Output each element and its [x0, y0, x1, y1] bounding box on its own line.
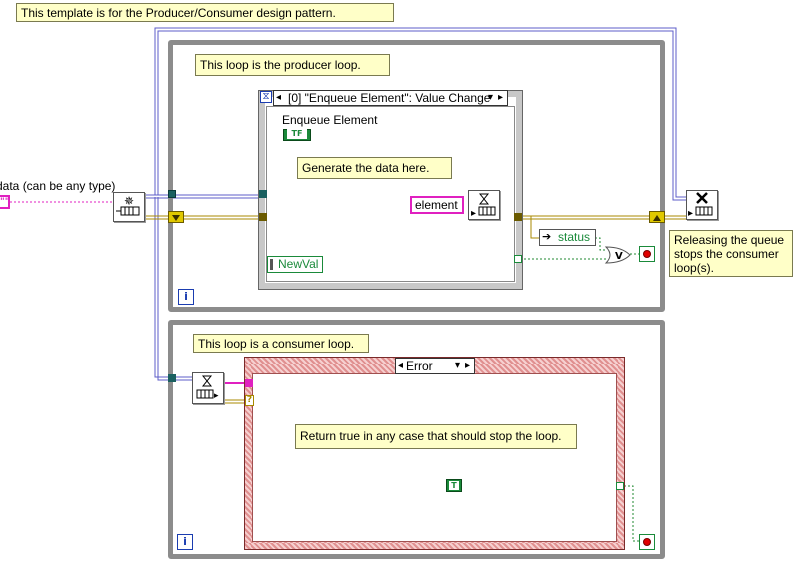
case-selector-label: Error — [406, 359, 433, 373]
selector-left-arrow-icon[interactable]: ◂ — [276, 91, 281, 105]
release-note-line2: stops the consumer — [674, 247, 779, 261]
event-error-tunnel-left — [259, 213, 267, 221]
event-queue-tunnel-left — [259, 190, 267, 198]
enqueue-element-terminal[interactable]: TF — [283, 129, 311, 141]
event-case-selector[interactable]: ◂ [0] "Enqueue Element": Value Change ▾ … — [273, 90, 508, 106]
return-true-note: Return true in any case that should stop… — [295, 424, 577, 449]
hourglass-icon: ⧖ — [260, 91, 272, 103]
newval-label: NewVal — [278, 257, 319, 271]
enqueue-element-label: Enqueue Element — [282, 113, 378, 127]
release-queue-node[interactable]: ▸ — [686, 190, 718, 220]
true-constant[interactable]: T — [446, 479, 462, 492]
consumer-iteration-terminal: i — [177, 534, 193, 550]
svg-text:▸: ▸ — [688, 208, 693, 219]
case-dropdown-icon[interactable]: ▾ — [455, 359, 460, 373]
obtain-queue-icon: ✵ — [116, 194, 140, 216]
case-selector-terminal: ? — [245, 395, 254, 406]
unbundle-status-node[interactable]: ➔ status — [539, 229, 596, 246]
or-gate-icon: V — [604, 246, 631, 264]
true-constant-text: T — [449, 481, 459, 490]
data-control-terminal[interactable]: "" — [0, 195, 10, 209]
release-note-line3: loop(s). — [674, 261, 715, 275]
newval-terminal: NewVal — [267, 256, 323, 273]
case-bool-tunnel — [616, 482, 624, 490]
svg-text:V: V — [615, 251, 623, 262]
event-error-tunnel-right — [514, 213, 522, 221]
status-label: status — [558, 230, 591, 244]
consumer-queue-tunnel — [168, 374, 176, 382]
unbundle-arrow-icon: ➔ — [542, 231, 552, 243]
event-bool-tunnel-right — [514, 255, 522, 263]
enqueue-node[interactable]: ▸ — [468, 190, 500, 220]
svg-text:▸: ▸ — [214, 391, 219, 401]
event-case-label: [0] "Enqueue Element": Value Change — [288, 91, 491, 105]
case-left-arrow-icon[interactable]: ◂ — [398, 359, 403, 373]
enqueue-bool-text: TF — [287, 129, 307, 139]
release-queue-icon: ▸ — [688, 192, 713, 219]
case-right-arrow-icon[interactable]: ▸ — [465, 359, 470, 373]
svg-text:✵: ✵ — [124, 194, 134, 208]
svg-text:▸: ▸ — [471, 208, 476, 219]
dequeue-icon: ▸ — [196, 375, 219, 401]
element-constant[interactable]: element — [410, 196, 464, 214]
case-data-tunnel — [245, 379, 253, 387]
dequeue-node[interactable]: ▸ — [192, 372, 224, 404]
template-note: This template is for the Producer/Consum… — [16, 3, 394, 22]
newval-bar — [270, 259, 273, 270]
obtain-queue-node[interactable]: ✵ — [113, 192, 145, 222]
producer-error-shift-register-right — [649, 211, 665, 223]
generate-note: Generate the data here. — [297, 157, 452, 179]
producer-stop-terminal[interactable] — [639, 246, 655, 262]
consumer-note: This loop is a consumer loop. — [193, 334, 369, 353]
producer-queue-tunnel — [168, 190, 176, 198]
selector-right-arrow-icon[interactable]: ▸ — [498, 91, 503, 105]
case-structure-inner — [252, 373, 617, 542]
producer-error-shift-register-left — [168, 211, 184, 223]
release-note: Releasing the queue stops the consumer l… — [669, 230, 793, 277]
selector-dropdown-icon[interactable]: ▾ — [488, 91, 493, 105]
enqueue-icon: ▸ — [471, 193, 496, 219]
producer-note: This loop is the producer loop. — [195, 54, 390, 76]
case-selector[interactable]: ◂ Error ▾ ▸ — [395, 358, 475, 374]
data-control-label: data (can be any type) — [0, 179, 116, 193]
producer-iteration-terminal: i — [178, 289, 194, 305]
release-note-line1: Releasing the queue — [674, 233, 785, 247]
consumer-stop-terminal[interactable] — [639, 534, 655, 550]
